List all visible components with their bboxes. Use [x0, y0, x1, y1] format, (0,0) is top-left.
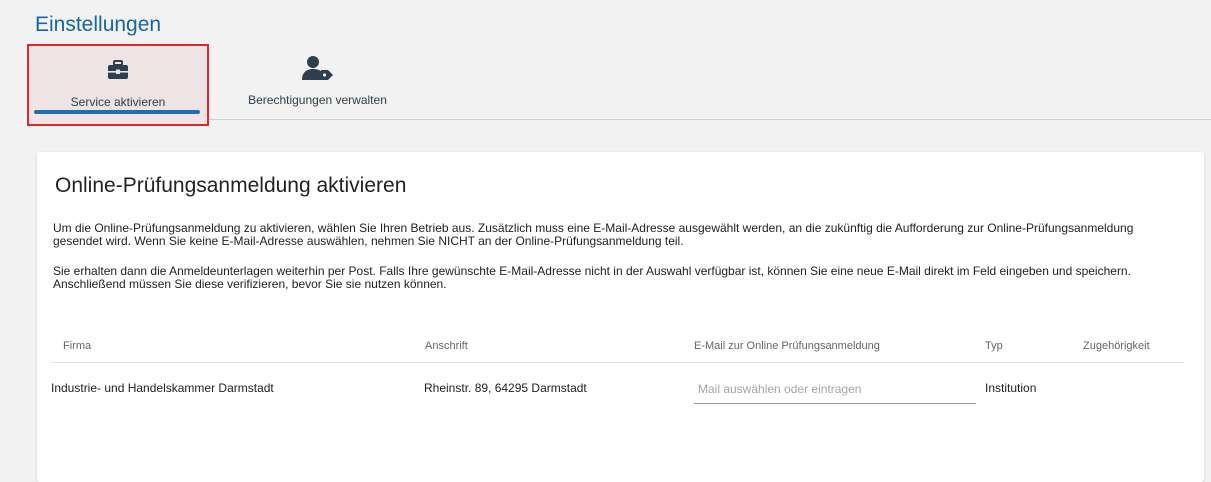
tab-berechtigungen-verwalten[interactable]: Berechtigungen verwalten — [235, 44, 400, 118]
column-header-typ: Typ — [985, 340, 1003, 352]
cell-firma: Industrie- und Handelskammer Darmstadt — [51, 381, 274, 395]
cell-typ: Institution — [985, 381, 1037, 395]
email-field[interactable] — [694, 375, 976, 404]
card-title: Online-Prüfungsanmeldung aktivieren — [55, 174, 407, 197]
active-tab-indicator — [34, 110, 200, 114]
tab-label: Service aktivieren — [70, 95, 166, 109]
tab-service-aktivieren[interactable]: Service aktivieren — [27, 44, 209, 126]
table-divider — [51, 362, 1184, 363]
cell-anschrift: Rheinstr. 89, 64295 Darmstadt — [424, 381, 587, 395]
toolbox-icon — [107, 58, 129, 82]
tab-bar: Service aktivieren Berechtigungen verwal… — [27, 44, 1211, 126]
page-title: Einstellungen — [35, 13, 162, 36]
activation-card: Online-Prüfungsanmeldung aktivieren Um d… — [37, 152, 1204, 482]
column-header-anschrift: Anschrift — [425, 340, 468, 352]
user-tag-icon — [301, 56, 334, 80]
column-header-zugehoerigkeit: Zugehörigkeit — [1083, 340, 1150, 352]
tab-label: Berechtigungen verwalten — [248, 93, 387, 107]
info-paragraph: Um die Online-Prüfungsanmeldung zu aktiv… — [53, 221, 1134, 248]
column-header-email: E-Mail zur Online Prüfungsanmeldung — [694, 340, 880, 352]
info-paragraph: Sie erhalten dann die Anmeldeunterlagen … — [53, 264, 1131, 291]
column-header-firma: Firma — [63, 340, 92, 352]
